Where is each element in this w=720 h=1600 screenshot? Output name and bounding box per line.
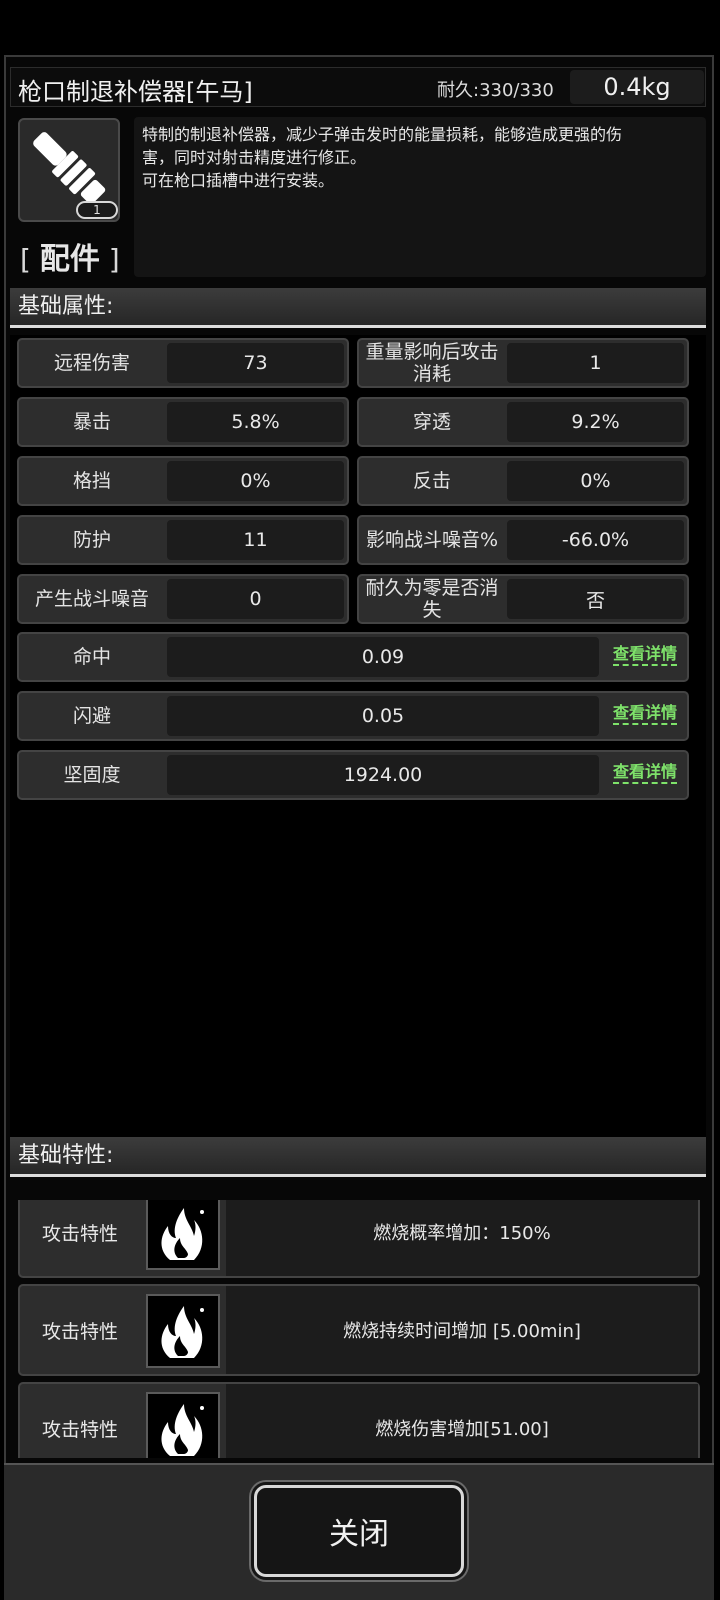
stat-noise-influence: 影响战斗噪音% -66.0% xyxy=(357,515,689,565)
item-description: 特制的制退补偿器，减少子弹击发时的能量损耗，能够造成更强的伤 害，同时对射击精度… xyxy=(134,117,706,277)
trait-item: 攻击特性 燃烧伤害增加[51.00] xyxy=(18,1382,700,1458)
fire-icon xyxy=(146,1200,220,1270)
stat-protection: 防护 11 xyxy=(17,515,349,565)
item-count-badge: 1 xyxy=(76,201,118,219)
trait-label: 攻击特性 xyxy=(41,1320,118,1343)
stat-value: 1 xyxy=(507,343,684,383)
stat-label: 防护 xyxy=(72,529,111,551)
fire-icon xyxy=(146,1294,220,1368)
stat-counter: 反击 0% xyxy=(357,456,689,506)
stat-sturdiness: 坚固度 1924.00 查看详情 xyxy=(17,750,689,800)
traits-list[interactable]: 攻击特性 燃烧概率增加：150% 攻击特性 燃烧持续时间增加 [5.00min]… xyxy=(10,1200,706,1458)
close-button[interactable]: 关闭 xyxy=(254,1485,464,1577)
stat-value: 11 xyxy=(167,520,344,560)
durability-text: 耐久:330/330 xyxy=(437,80,554,101)
stat-value: 1924.00 xyxy=(167,755,599,795)
stat-hit: 命中 0.09 查看详情 xyxy=(17,632,689,682)
stat-value: 0.05 xyxy=(167,696,599,736)
trait-item: 攻击特性 燃烧持续时间增加 [5.00min] xyxy=(18,1284,700,1376)
fire-icon xyxy=(146,1392,220,1458)
trait-label: 攻击特性 xyxy=(41,1418,118,1441)
description-line: 害，同时对射击精度进行修正。 xyxy=(142,148,367,167)
stat-label: 影响战斗噪音% xyxy=(365,529,499,551)
stat-label: 暴击 xyxy=(72,411,111,433)
description-line: 可在枪口插槽中进行安装。 xyxy=(142,171,335,190)
trait-item: 攻击特性 燃烧概率增加：150% xyxy=(18,1200,700,1278)
stat-label: 格挡 xyxy=(72,470,111,492)
weight-value: 0.4kg xyxy=(570,70,704,104)
view-details-link[interactable]: 查看详情 xyxy=(612,762,677,784)
stat-value: 0 xyxy=(167,579,344,619)
stat-label: 耐久为零是否消失 xyxy=(365,577,499,621)
stat-ranged-damage: 远程伤害 73 xyxy=(17,338,349,388)
category-label: 配件 xyxy=(39,242,100,277)
stat-value: 0.09 xyxy=(167,637,599,677)
stat-label: 闪避 xyxy=(72,705,111,727)
item-name: 枪口制退补偿器[午马] xyxy=(18,78,253,106)
trait-text: 燃烧伤害增加[51.00] xyxy=(226,1384,698,1458)
stat-value: 9.2% xyxy=(507,402,684,442)
item-category: [ 配件 ] xyxy=(20,242,120,277)
stat-weight-attack-cost: 重量影响后攻击消耗 1 xyxy=(357,338,689,388)
stat-value: 0% xyxy=(507,461,684,501)
stat-label: 反击 xyxy=(412,470,451,492)
stat-label: 产生战斗噪音 xyxy=(34,588,149,610)
stat-noise-generated: 产生战斗噪音 0 xyxy=(17,574,349,624)
stat-label: 重量影响后攻击消耗 xyxy=(365,341,499,385)
stat-value: 73 xyxy=(167,343,344,383)
trait-text: 燃烧持续时间增加 [5.00min] xyxy=(226,1286,698,1374)
stat-penetration: 穿透 9.2% xyxy=(357,397,689,447)
description-line: 特制的制退补偿器，减少子弹击发时的能量损耗，能够造成更强的伤 xyxy=(142,125,623,144)
status-bar-area xyxy=(0,0,720,55)
stat-label: 远程伤害 xyxy=(53,352,130,374)
trait-label: 攻击特性 xyxy=(41,1222,118,1245)
stat-value: 5.8% xyxy=(167,402,344,442)
stat-critical: 暴击 5.8% xyxy=(17,397,349,447)
stat-vanish-on-zero: 耐久为零是否消失 否 xyxy=(357,574,689,624)
stat-value: 0% xyxy=(167,461,344,501)
view-details-link[interactable]: 查看详情 xyxy=(612,644,677,666)
view-details-link[interactable]: 查看详情 xyxy=(612,703,677,725)
stat-label: 命中 xyxy=(72,646,111,668)
section-basic-traits: 基础特性: xyxy=(10,1137,706,1177)
section-basic-attributes: 基础属性: xyxy=(10,288,706,328)
stat-label: 坚固度 xyxy=(63,764,121,786)
stat-dodge: 闪避 0.05 查看详情 xyxy=(17,691,689,741)
stat-value: -66.0% xyxy=(507,520,684,560)
trait-text: 燃烧概率增加：150% xyxy=(226,1200,698,1276)
stat-block: 格挡 0% xyxy=(17,456,349,506)
stat-value: 否 xyxy=(507,579,684,619)
stat-label: 穿透 xyxy=(412,411,451,433)
